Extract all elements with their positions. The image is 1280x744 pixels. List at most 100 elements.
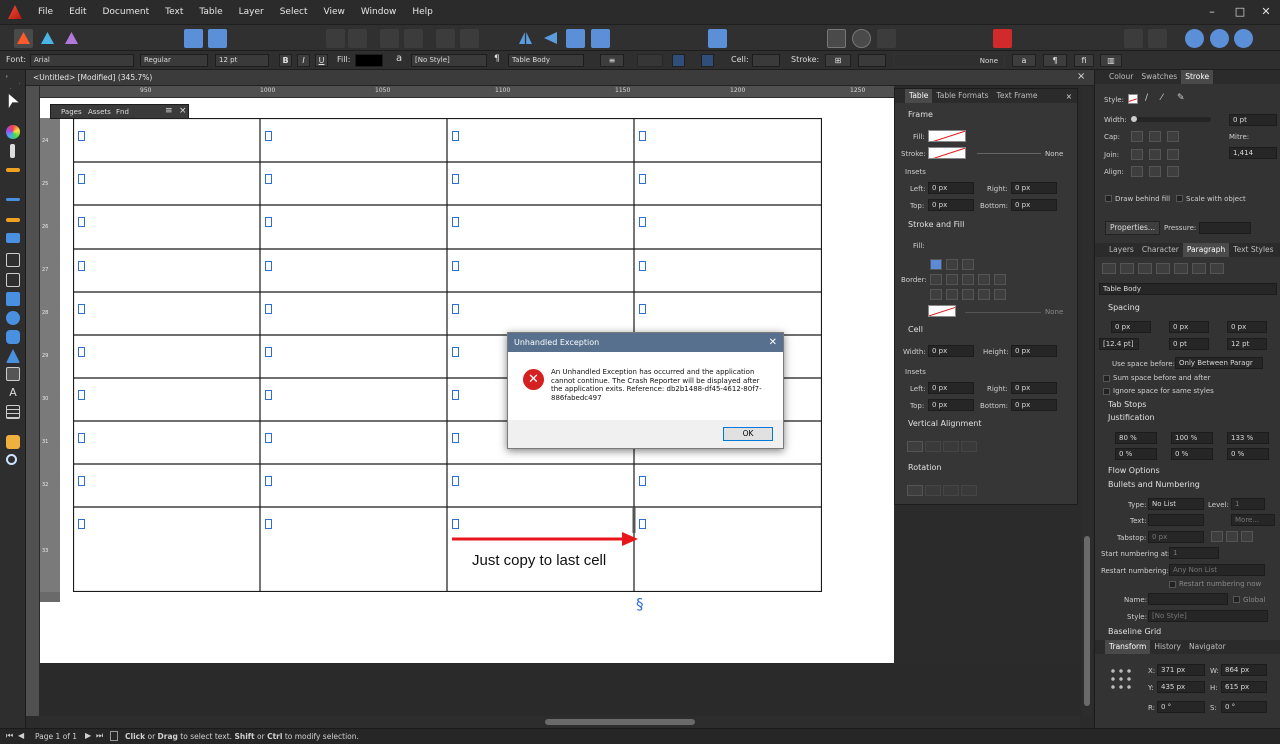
left-indent-input[interactable]: 0 px	[1111, 321, 1151, 333]
rotation-0-icon[interactable]	[907, 485, 923, 496]
text-frame-icon[interactable]	[827, 29, 846, 48]
global-checkbox[interactable]	[1233, 596, 1240, 603]
bullets-section[interactable]: Bullets and Numbering	[1108, 480, 1200, 489]
align-right-icon[interactable]	[1138, 263, 1152, 274]
tab-assets[interactable]: Assets	[88, 108, 111, 116]
transparency-tool-icon[interactable]	[10, 144, 15, 158]
columns-icon[interactable]: ▥	[1100, 54, 1122, 67]
rotation-180-icon[interactable]	[943, 485, 959, 496]
cell-fill-swatch[interactable]	[752, 54, 780, 67]
inset-top-input[interactable]: 0 px	[928, 199, 974, 211]
flow-options-section[interactable]: Flow Options	[1108, 466, 1160, 475]
cell-inset-right-input[interactable]: 0 px	[1011, 382, 1057, 394]
word-spacing-max-input[interactable]: 133 %	[1227, 432, 1269, 444]
list-icon[interactable]	[637, 54, 663, 67]
disabled-tool-icon[interactable]	[348, 29, 367, 48]
cell-inset-bottom-input[interactable]: 0 px	[1011, 399, 1057, 411]
boolean-icon[interactable]	[1210, 29, 1229, 48]
zoom-tool-icon[interactable]	[6, 454, 17, 465]
fi-ligature-icon[interactable]: fi	[1074, 54, 1094, 67]
baseline-grid-section[interactable]: Baseline Grid	[1108, 627, 1161, 636]
border-right-icon[interactable]	[978, 289, 990, 300]
bold-button[interactable]: B	[279, 54, 292, 67]
cell-fill-icon[interactable]	[930, 259, 942, 270]
border-color-swatch[interactable]	[928, 305, 956, 317]
designer-persona-icon[interactable]	[14, 29, 33, 48]
anchor-point-selector[interactable]	[1109, 667, 1133, 691]
underline-button[interactable]: U	[315, 54, 328, 67]
text-frame-a-icon[interactable]: a	[1012, 54, 1036, 67]
dialog-close-icon[interactable]: ✕	[769, 333, 777, 352]
text-align-icon[interactable]: ≡	[600, 54, 624, 67]
tab-align-center-icon[interactable]	[1226, 531, 1238, 542]
node-tool-icon[interactable]	[8, 94, 19, 108]
border-select-icon[interactable]: ⊞	[825, 54, 851, 67]
window-close-icon[interactable]: ✕	[1258, 4, 1274, 20]
join-round-icon[interactable]	[1149, 149, 1161, 160]
pencil-tool-icon[interactable]	[6, 198, 20, 201]
frame-fill-swatch[interactable]	[928, 130, 966, 142]
minimize-icon[interactable]: –	[1204, 4, 1220, 20]
tab-stops-section[interactable]: Tab Stops	[1108, 400, 1146, 409]
flip-vertical-icon[interactable]	[541, 29, 560, 48]
space-after-input[interactable]: 12 pt	[1227, 338, 1267, 350]
menu-table[interactable]: Table	[191, 0, 230, 24]
pen-tool-icon[interactable]	[6, 168, 20, 172]
letter-spacing-min-input[interactable]: 0 %	[1115, 448, 1157, 460]
paragraph-icon[interactable]: ¶	[1043, 54, 1067, 67]
crop-tool-icon[interactable]	[6, 273, 20, 287]
justify-center-icon[interactable]	[1174, 263, 1188, 274]
menu-select[interactable]: Select	[272, 0, 316, 24]
start-numbering-input[interactable]: 1	[1169, 547, 1219, 559]
y-input[interactable]: 435 px	[1157, 681, 1205, 693]
border-none-icon[interactable]	[994, 289, 1006, 300]
cell-section[interactable]: Cell	[908, 325, 923, 334]
w-input[interactable]: 864 px	[1221, 664, 1267, 676]
join-miter-icon[interactable]	[1131, 149, 1143, 160]
frame-stroke-swatch[interactable]	[928, 147, 966, 159]
font-size-input[interactable]: 12 pt	[215, 54, 269, 67]
tab-history[interactable]: History	[1150, 640, 1185, 654]
tab-find[interactable]: Fnd	[116, 108, 129, 116]
space-before-input[interactable]: 0 pt	[1169, 338, 1209, 350]
align-center-text-icon[interactable]	[1120, 263, 1134, 274]
cap-square-icon[interactable]	[1167, 131, 1179, 142]
menu-window[interactable]: Window	[353, 0, 405, 24]
menu-layer[interactable]: Layer	[231, 0, 272, 24]
vertical-scrollbar[interactable]	[1082, 86, 1092, 716]
justification-section[interactable]: Justification	[1108, 413, 1155, 422]
panel-menu-icon[interactable]: ≡	[165, 106, 173, 116]
tab-character[interactable]: Character	[1138, 243, 1183, 257]
h-input[interactable]: 615 px	[1221, 681, 1267, 693]
menu-text[interactable]: Text	[157, 0, 191, 24]
flip-horizontal-icon[interactable]	[516, 29, 535, 48]
border-vertical-icon[interactable]	[994, 274, 1006, 285]
align-left-icon[interactable]	[1102, 263, 1116, 274]
list-text-input[interactable]	[1148, 514, 1204, 526]
tab-paragraph[interactable]: Paragraph	[1182, 243, 1230, 257]
font-family-select[interactable]: Arial	[30, 54, 134, 67]
restart-numbering-select[interactable]: Any Non List	[1169, 564, 1265, 576]
cap-round-icon[interactable]	[1149, 131, 1161, 142]
table-tool-icon[interactable]	[6, 405, 20, 419]
draw-behind-checkbox[interactable]	[1105, 195, 1112, 202]
color-wheel-icon[interactable]	[1234, 29, 1253, 48]
border-horizontal-icon[interactable]	[978, 274, 990, 285]
valign-justify-icon[interactable]	[961, 441, 977, 452]
panel-close-icon[interactable]: ×	[179, 106, 187, 116]
ellipse-frame-icon[interactable]	[852, 29, 871, 48]
tabstop-input[interactable]: 0 px	[1148, 531, 1204, 543]
stroke-style-line[interactable]: None	[893, 54, 1005, 67]
inset-left-input[interactable]: 0 px	[928, 182, 974, 194]
rotation-input[interactable]: 0 °	[1157, 701, 1205, 713]
tab-pages[interactable]: Pages	[61, 108, 82, 116]
cell-inset-top-input[interactable]: 0 px	[928, 399, 974, 411]
tab-transform[interactable]: Transform	[1105, 640, 1151, 654]
list-level-input[interactable]: 1	[1231, 498, 1265, 510]
scale-with-checkbox[interactable]	[1176, 195, 1183, 202]
rotation-section[interactable]: Rotation	[908, 463, 941, 472]
rotate-left-icon[interactable]	[566, 29, 585, 48]
valign-middle-icon[interactable]	[925, 441, 941, 452]
next-page-icon[interactable]: ▶	[85, 731, 91, 740]
share-icon[interactable]	[184, 29, 203, 48]
